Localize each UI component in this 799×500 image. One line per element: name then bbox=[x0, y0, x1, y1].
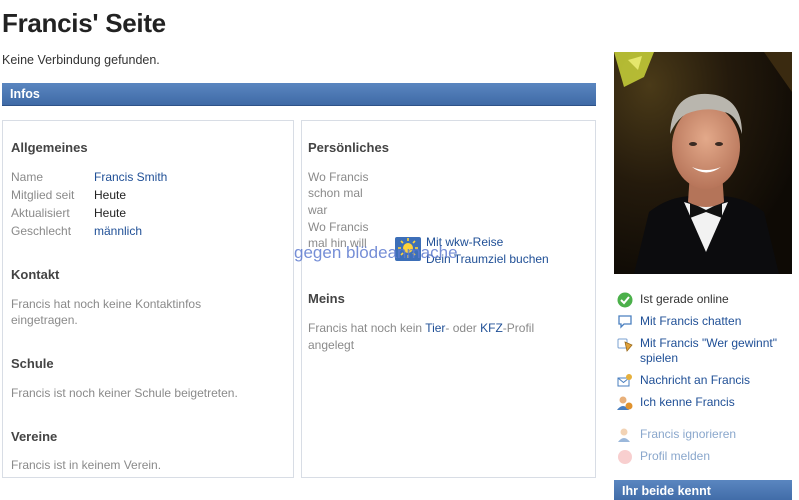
kontakt-text-line2: eingetragen. bbox=[11, 313, 78, 327]
persoenliches-line: schon mal bbox=[308, 186, 363, 200]
tier-profil-link[interactable]: Tier bbox=[425, 321, 445, 335]
ihr-beide-kennt-header: Ihr beide kennt bbox=[614, 480, 792, 500]
chat-bubble-icon bbox=[617, 314, 633, 330]
section-heading-meins: Meins bbox=[308, 291, 345, 306]
meins-middle: - oder bbox=[445, 321, 481, 335]
value-name[interactable]: Francis Smith bbox=[94, 170, 167, 184]
know-link-label[interactable]: Ich kenne Francis bbox=[640, 395, 735, 409]
section-heading-allgemeines: Allgemeines bbox=[11, 140, 88, 155]
message-link[interactable]: Nachricht an Francis bbox=[617, 373, 750, 389]
section-heading-schule: Schule bbox=[11, 356, 54, 371]
profile-photo[interactable] bbox=[614, 52, 792, 274]
report-link[interactable]: Profil melden bbox=[617, 449, 710, 465]
meins-suffix: -Profil bbox=[502, 321, 535, 335]
meins-prefix: Francis hat noch kein bbox=[308, 321, 426, 335]
ignore-link-label[interactable]: Francis ignorieren bbox=[640, 427, 736, 441]
game-link-label-line1[interactable]: Mit Francis "Wer gewinnt" bbox=[640, 336, 777, 351]
add-friend-icon bbox=[617, 395, 633, 411]
kontakt-text-line1: Francis hat noch keine Kontaktinfos bbox=[11, 297, 202, 311]
schule-text: Francis ist noch keiner Schule beigetret… bbox=[11, 386, 238, 400]
infos-heading: Infos bbox=[10, 87, 40, 101]
kfz-profil-link[interactable]: KFZ bbox=[480, 321, 503, 335]
message-icon bbox=[617, 373, 633, 389]
online-check-icon bbox=[617, 292, 633, 308]
game-link[interactable]: Mit Francis "Wer gewinnt" spielen bbox=[617, 336, 777, 366]
label-aktualisiert: Aktualisiert bbox=[11, 206, 70, 220]
info-column-right: Persönliches Wo Francis schon mal war Wo… bbox=[301, 120, 596, 478]
value-aktualisiert: Heute bbox=[94, 206, 127, 220]
know-link[interactable]: Ich kenne Francis bbox=[617, 395, 735, 411]
chat-link[interactable]: Mit Francis chatten bbox=[617, 314, 741, 330]
label-geschlecht: Geschlecht bbox=[11, 224, 72, 238]
online-status: Ist gerade online bbox=[617, 292, 729, 308]
ignore-user-icon bbox=[617, 427, 633, 443]
value-geschlecht[interactable]: männlich bbox=[94, 224, 142, 238]
persoenliches-line: war bbox=[308, 203, 328, 217]
ihr-beide-kennt-heading: Ihr beide kennt bbox=[622, 484, 711, 498]
label-name: Name bbox=[11, 170, 44, 184]
connection-status: Keine Verbindung gefunden. bbox=[2, 53, 160, 67]
overlay-watermark-text: gegen blödeanmache bbox=[294, 243, 458, 262]
ignore-link[interactable]: Francis ignorieren bbox=[617, 427, 736, 443]
game-icon bbox=[617, 336, 633, 352]
meins-text-line1: Francis hat noch kein Tier- oder KFZ-Pro… bbox=[308, 320, 534, 336]
message-link-label[interactable]: Nachricht an Francis bbox=[640, 373, 750, 387]
value-mitglied-seit: Heute bbox=[94, 188, 127, 202]
infos-header-bar: Infos bbox=[2, 83, 596, 106]
persoenliches-line: Wo Francis bbox=[308, 170, 369, 184]
meins-text-line2: angelegt bbox=[308, 338, 355, 352]
section-heading-persoenliches: Persönliches bbox=[308, 140, 389, 155]
persoenliches-line: Wo Francis bbox=[308, 220, 369, 234]
page-title: Francis' Seite bbox=[2, 8, 166, 38]
vereine-text: Francis ist in keinem Verein. bbox=[11, 458, 162, 472]
label-mitglied-seit: Mitglied seit bbox=[11, 188, 75, 202]
chat-link-label[interactable]: Mit Francis chatten bbox=[640, 314, 741, 328]
section-heading-kontakt: Kontakt bbox=[11, 267, 60, 282]
online-status-label: Ist gerade online bbox=[640, 292, 729, 306]
section-heading-vereine: Vereine bbox=[11, 429, 58, 444]
report-link-label[interactable]: Profil melden bbox=[640, 449, 710, 463]
game-link-label-line2[interactable]: spielen bbox=[640, 351, 777, 366]
report-icon bbox=[617, 449, 633, 465]
info-column-left: Allgemeines Name Francis Smith Mitglied … bbox=[2, 120, 294, 478]
